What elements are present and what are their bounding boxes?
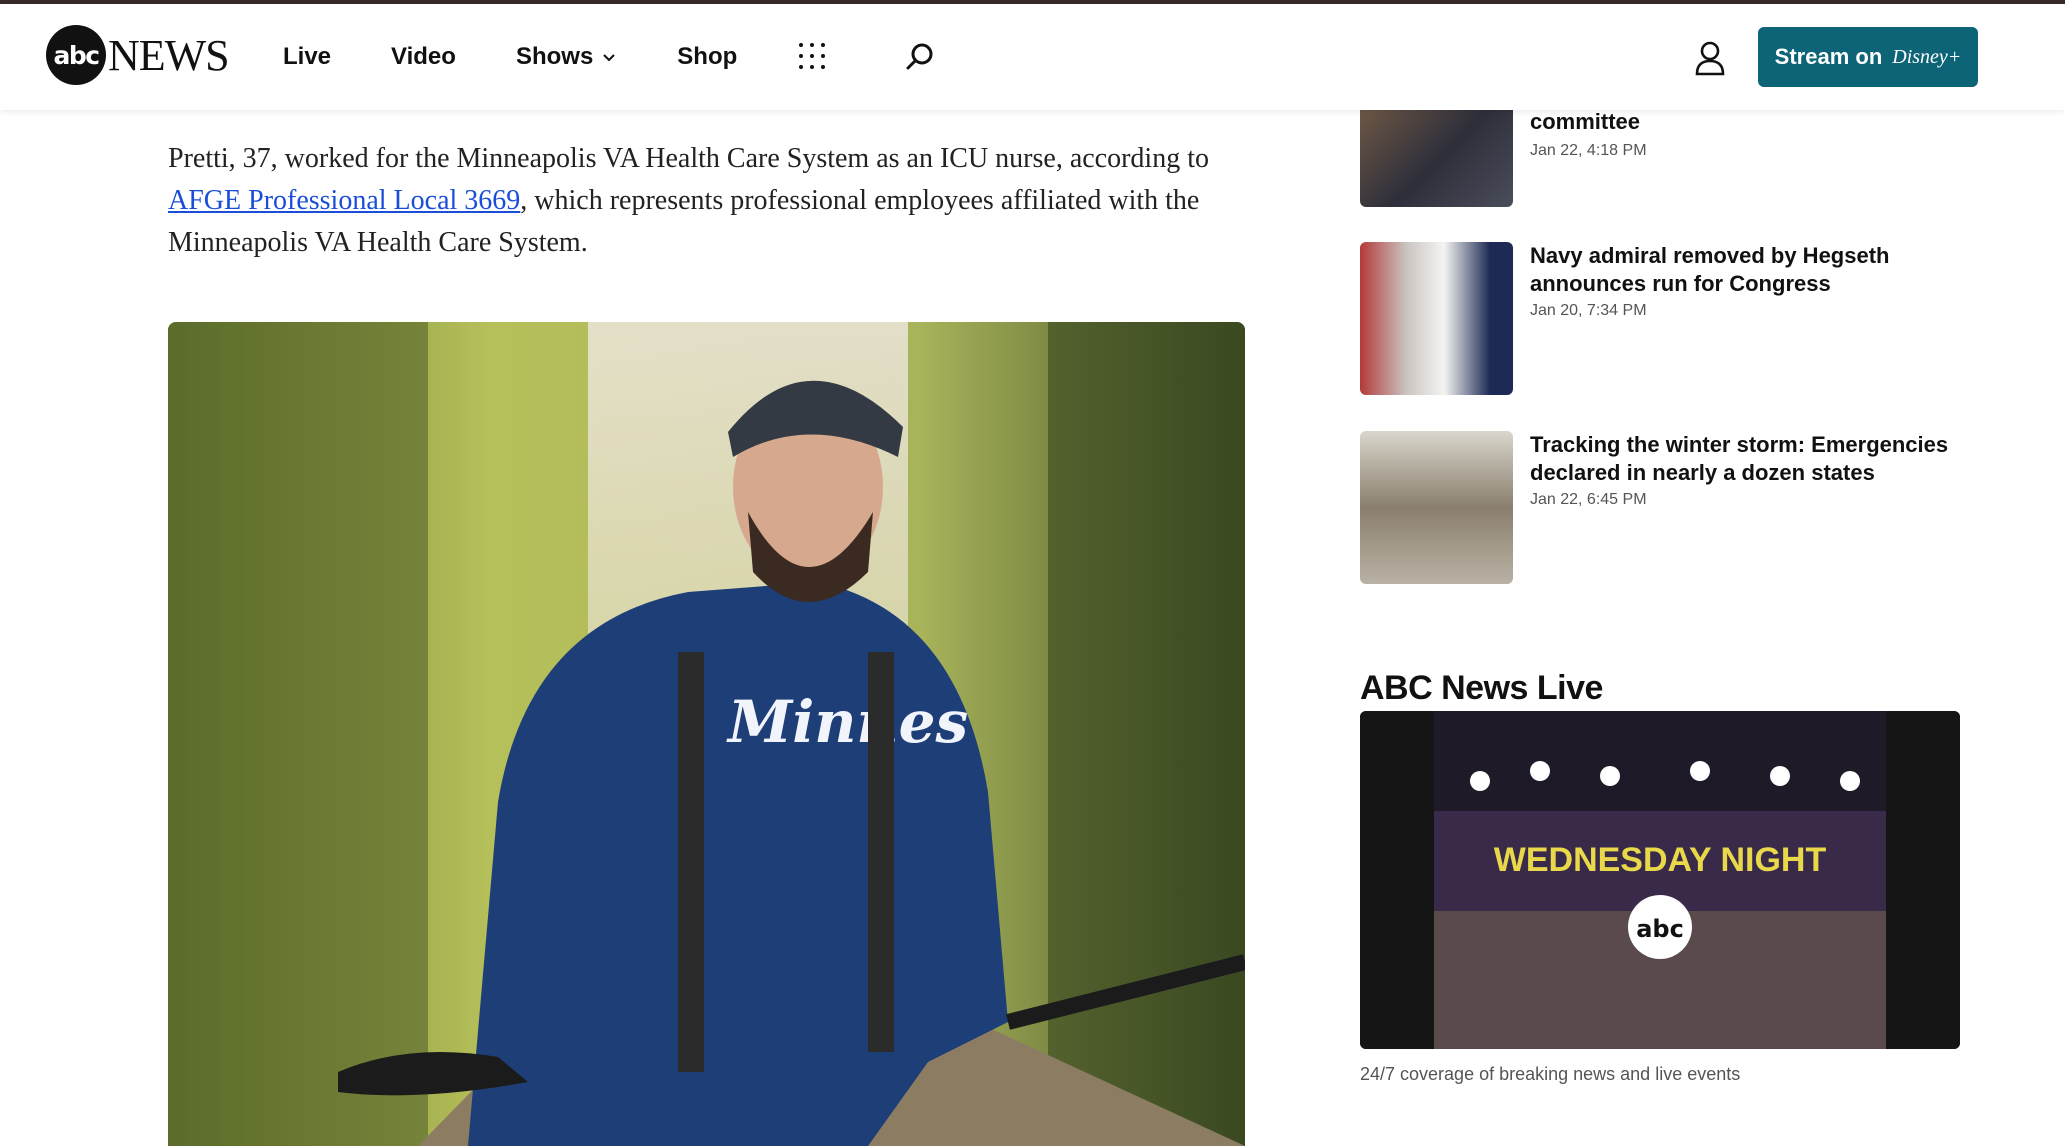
abc-video-logo: abc [1636,915,1684,943]
video-overlay-title: WEDNESDAY NIGHT [1494,841,1827,879]
nav-shop-label: Shop [677,43,738,70]
grid-menu-icon[interactable] [799,43,827,71]
nav-shows-label: Shows [515,43,594,70]
stream-on-disney-button[interactable]: Stream on Disney+ [1758,27,1978,87]
story-date: Jan 22, 4:18 PM [1530,142,1647,159]
live-section-heading: ABC News Live [1360,669,1603,707]
story-date: Jan 20, 7:34 PM [1530,302,1647,319]
para-text-1: Pretti, 37, worked for the Minneapolis V… [168,143,1209,174]
live-caption: 24/7 coverage of breaking news and live … [1360,1064,1741,1084]
nav-video[interactable]: Video [391,43,456,71]
live-video-player[interactable]: WEDNESDAY NIGHT abc [1360,711,1960,1049]
nav-shows[interactable]: Shows [516,43,617,71]
article-photo: Minnes [168,322,1245,1146]
story-date: Jan 22, 6:45 PM [1530,491,1647,508]
abc-news-logo[interactable]: abc NEWS [46,25,230,85]
disney-plus-logo: Disney+ [1892,45,1962,68]
user-icon[interactable] [1694,40,1726,76]
article-paragraph: Pretti, 37, worked for the Minneapolis V… [168,138,1238,264]
nav-live-label: Live [283,43,332,70]
main-nav: Live Video Shows Shop [283,4,936,110]
story-title[interactable]: Tracking the winter storm: Emergencies d… [1530,431,1970,487]
search-icon[interactable] [904,41,936,73]
nav-live[interactable]: Live [283,43,331,71]
abc-logo-circle: abc [46,25,106,85]
story-title[interactable]: committee [1530,108,1970,136]
nav-video-label: Video [391,43,456,70]
stream-label: Stream on [1774,44,1883,69]
news-wordmark: NEWS [108,30,230,80]
site-header: abc NEWS Live Video Shows Shop Stream on… [0,4,2065,110]
cyclist-photo-illustration: Minnes [168,322,1245,1146]
jersey-text: Minnes [726,688,968,756]
story-thumbnail[interactable] [1360,242,1513,395]
afge-local-link[interactable]: AFGE Professional Local 3669 [168,185,520,216]
side-story-3[interactable]: Tracking the winter storm: Emergencies d… [1360,431,1960,587]
nav-shop[interactable]: Shop [677,43,737,71]
chevron-down-icon [603,54,616,62]
story-title[interactable]: Navy admiral removed by Hegseth announce… [1530,242,1970,298]
side-story-2[interactable]: Navy admiral removed by Hegseth announce… [1360,242,1960,398]
story-thumbnail[interactable] [1360,431,1513,584]
live-video-frame: WEDNESDAY NIGHT abc [1360,711,1960,1049]
